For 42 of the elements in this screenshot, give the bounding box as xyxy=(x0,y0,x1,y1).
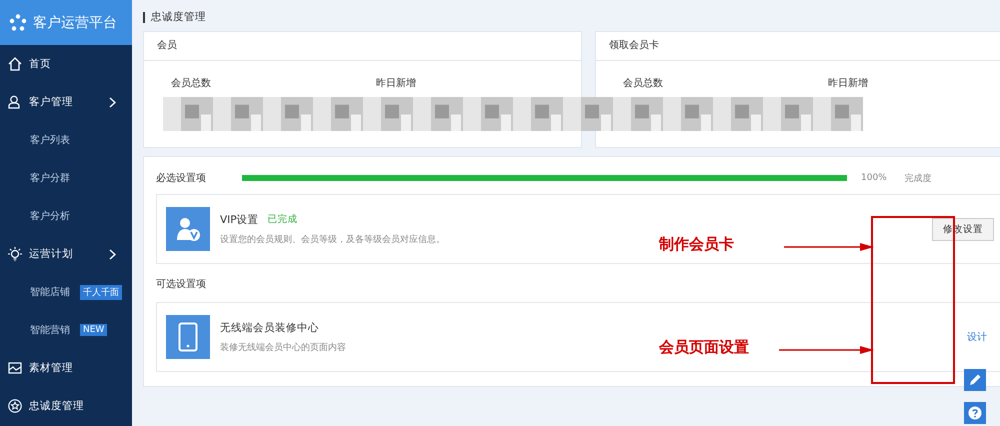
menu-item[interactable]: 客户管理 xyxy=(0,83,132,121)
submenu-item[interactable]: 客户列表 xyxy=(0,121,132,159)
menu-item[interactable]: 运营计划 xyxy=(0,235,132,273)
setting-title: 无线端会员装修中心 xyxy=(220,320,319,334)
submenu-item[interactable]: 智能店铺 千人千面 xyxy=(0,273,132,311)
logo-icon xyxy=(9,14,27,32)
design-link[interactable]: 设计 xyxy=(967,330,987,344)
menu-badge: 千人千面 xyxy=(80,284,122,300)
submenu-item[interactable]: 智能营销 NEW xyxy=(0,311,132,349)
setting-description: 设置您的会员规则、会员等级，及各等级会员对应信息。 xyxy=(220,234,445,246)
submenu-item[interactable]: 客户分析 xyxy=(0,197,132,235)
menu-item[interactable]: 首页 xyxy=(0,45,132,83)
user-icon xyxy=(8,95,22,109)
phone-icon xyxy=(166,315,210,359)
setting-title: VIP设置 xyxy=(220,212,259,226)
edit-icon[interactable] xyxy=(964,369,986,391)
stat-label: 昨日新增 xyxy=(376,76,417,90)
card-title: 领取会员卡 xyxy=(596,32,1000,61)
progress-caption: 完成度 xyxy=(904,172,932,184)
stat-label: 会员总数 xyxy=(623,76,664,90)
page-title: 忠诚度管理 xyxy=(143,12,1000,23)
card-title: 会员 xyxy=(144,32,581,61)
menu-item[interactable]: 忠诚度管理 xyxy=(0,387,132,425)
status-text: 已完成 xyxy=(268,212,298,226)
submenu-item[interactable]: 客户分群 xyxy=(0,159,132,197)
section-label: 可选设置项 xyxy=(156,278,207,291)
annotation-text: 制作会员卡 xyxy=(659,235,734,254)
help-icon[interactable] xyxy=(964,402,986,424)
star-icon xyxy=(8,399,22,413)
stat-label: 昨日新增 xyxy=(828,76,869,90)
menu-item[interactable]: 素材管理 xyxy=(0,349,132,387)
app-title: 客户运营平台 xyxy=(33,14,117,32)
setting-description: 装修无线端会员中心的页面内容 xyxy=(220,342,346,354)
section-label: 必选设置项 xyxy=(156,172,207,185)
menu-badge: NEW xyxy=(80,324,108,336)
progress-percent: 100% xyxy=(861,173,887,183)
annotation-text: 会员页面设置 xyxy=(659,338,749,357)
image-icon xyxy=(8,361,22,375)
stat-label: 会员总数 xyxy=(171,76,212,90)
vip-user-icon xyxy=(166,207,210,251)
bulb-icon xyxy=(8,247,22,261)
home-icon xyxy=(8,57,22,71)
